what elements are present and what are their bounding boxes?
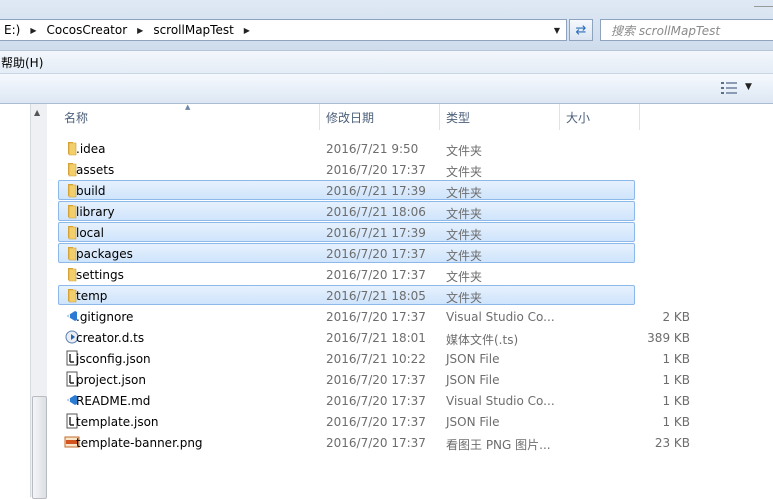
file-name: template-banner.png xyxy=(76,436,203,450)
file-type: JSON File xyxy=(446,415,500,429)
file-type: 文件夹 xyxy=(446,249,483,263)
file-size: 2 KB xyxy=(662,310,690,324)
file-type: JSON File xyxy=(446,352,500,366)
column-type-header[interactable]: 类型 xyxy=(440,104,560,130)
toolbar: ▼ xyxy=(0,74,773,104)
breadcrumb-scrollmaptest[interactable]: scrollMapTest xyxy=(149,23,237,37)
nav-scrollbar[interactable]: ▲ xyxy=(30,104,47,499)
file-date: 2016/7/21 18:06 xyxy=(326,205,426,219)
file-name: project.json xyxy=(76,373,146,387)
file-type: Visual Studio Co... xyxy=(446,310,555,324)
column-size-label: 大小 xyxy=(566,111,591,125)
view-options-icon[interactable] xyxy=(721,82,737,94)
file-date: 2016/7/20 17:37 xyxy=(326,310,426,324)
column-size-header[interactable]: 大小 xyxy=(560,104,640,130)
file-row[interactable]: packages 2016/7/20 17:37 文件夹 xyxy=(58,243,635,263)
file-row[interactable]: library 2016/7/21 18:06 文件夹 xyxy=(58,201,635,221)
menu-bar: 帮助(H) xyxy=(0,51,773,74)
file-type: 文件夹 xyxy=(446,186,483,200)
file-row[interactable]: template.json 2016/7/20 17:37 JSON File 1 K… xyxy=(58,411,690,431)
file-row[interactable]: assets 2016/7/20 17:37 文件夹 xyxy=(58,159,635,179)
file-name: packages xyxy=(76,247,133,261)
file-row[interactable]: build 2016/7/21 17:39 文件夹 xyxy=(58,180,635,200)
column-date-label: 修改日期 xyxy=(326,111,375,125)
file-size: 1 KB xyxy=(662,373,690,387)
file-name: assets xyxy=(76,163,115,177)
file-row[interactable]: local 2016/7/21 17:39 文件夹 xyxy=(58,222,635,242)
file-date: 2016/7/21 18:05 xyxy=(326,289,426,303)
file-row[interactable]: temp 2016/7/21 18:05 文件夹 xyxy=(58,285,635,305)
file-date: 2016/7/20 17:37 xyxy=(326,247,426,261)
scrollbar-thumb[interactable] xyxy=(32,396,47,499)
scroll-up-icon[interactable]: ▲ xyxy=(34,108,40,117)
breadcrumb-arrow-icon[interactable]: ▶ xyxy=(238,26,256,35)
file-row[interactable]: project.json 2016/7/20 17:37 JSON File 1 KB xyxy=(58,369,690,389)
file-name: jsconfig.json xyxy=(76,352,151,366)
file-date: 2016/7/20 17:37 xyxy=(326,394,426,408)
file-date: 2016/7/21 17:39 xyxy=(326,226,426,240)
file-row[interactable]: settings 2016/7/20 17:37 文件夹 xyxy=(58,264,635,284)
column-name-label: 名称 xyxy=(64,111,89,125)
menu-help[interactable]: 帮助(H) xyxy=(1,54,43,71)
column-type-label: 类型 xyxy=(446,111,471,125)
breadcrumb-drive[interactable]: E:) xyxy=(0,23,24,37)
file-date: 2016/7/21 18:01 xyxy=(326,331,426,345)
file-name: build xyxy=(76,184,106,198)
file-name: template.json xyxy=(76,415,159,429)
window-top-bar: E:) ▶ CocosCreator ▶ scrollMapTest ▶ ▼ ⇄… xyxy=(0,0,773,51)
file-size: 389 KB xyxy=(647,331,690,345)
file-type: 文件夹 xyxy=(446,228,483,242)
file-name: creator.d.ts xyxy=(76,331,145,345)
file-name: README.md xyxy=(76,394,151,408)
file-type: 文件夹 xyxy=(446,207,483,221)
file-type: JSON File xyxy=(446,373,500,387)
file-date: 2016/7/21 17:39 xyxy=(326,184,426,198)
file-type: Visual Studio Co... xyxy=(446,394,555,408)
file-date: 2016/7/20 17:37 xyxy=(326,268,426,282)
file-name: local xyxy=(76,226,104,240)
file-name: library xyxy=(76,205,115,219)
file-type: 看图王 PNG 图片... xyxy=(446,438,551,452)
file-date: 2016/7/20 17:37 xyxy=(326,436,426,450)
address-dropdown-icon[interactable]: ▼ xyxy=(548,20,566,40)
breadcrumb-cocoscreator[interactable]: CocosCreator xyxy=(42,23,131,37)
file-row[interactable]: jsconfig.json 2016/7/21 10:22 JSON File 1 K… xyxy=(58,348,690,368)
file-date: 2016/7/20 17:37 xyxy=(326,163,426,177)
file-type: 文件夹 xyxy=(446,291,483,305)
file-name: .gitignore xyxy=(76,310,134,324)
file-name: temp xyxy=(76,289,108,303)
file-row[interactable]: .idea 2016/7/21 9:50 文件夹 xyxy=(58,138,635,158)
file-date: 2016/7/21 9:50 xyxy=(326,142,419,156)
file-size: 1 KB xyxy=(662,415,690,429)
search-input[interactable]: 搜索 scrollMapTest xyxy=(600,19,773,41)
refresh-button[interactable]: ⇄ xyxy=(569,19,593,41)
file-row[interactable]: README.md 2016/7/20 17:37 Visual Studio Co… xyxy=(58,390,690,410)
file-row[interactable]: .gitignore 2016/7/20 17:37 Visual Studio C… xyxy=(58,306,690,326)
column-date-header[interactable]: 修改日期 xyxy=(320,104,440,130)
view-dropdown-icon[interactable]: ▼ xyxy=(745,82,752,92)
file-type: 文件夹 xyxy=(446,270,483,284)
file-size: 1 KB xyxy=(662,394,690,408)
breadcrumb-arrow-icon[interactable]: ▶ xyxy=(131,26,149,35)
file-type: 文件夹 xyxy=(446,144,483,158)
file-row[interactable]: creator.d.ts 2016/7/21 18:01 媒体文件(.ts) 389 … xyxy=(58,327,690,347)
file-name: .idea xyxy=(76,142,106,156)
file-date: 2016/7/20 17:37 xyxy=(326,373,426,387)
file-size: 1 KB xyxy=(662,352,690,366)
file-name: settings xyxy=(76,268,124,282)
column-name-header[interactable]: 名称 xyxy=(58,104,320,130)
file-date: 2016/7/21 10:22 xyxy=(326,352,426,366)
address-bar[interactable]: E:) ▶ CocosCreator ▶ scrollMapTest ▶ ▼ xyxy=(0,19,567,41)
file-date: 2016/7/20 17:37 xyxy=(326,415,426,429)
file-type: 媒体文件(.ts) xyxy=(446,333,519,347)
breadcrumb-arrow-icon[interactable]: ▶ xyxy=(24,26,42,35)
search-placeholder: 搜索 scrollMapTest xyxy=(611,23,721,38)
column-header: ▲ 名称 修改日期 类型 大小 xyxy=(48,103,773,130)
navigation-pane[interactable] xyxy=(0,104,30,497)
file-row[interactable]: template-banner.png 2016/7/20 17:37 看图王 PN… xyxy=(58,432,690,452)
refresh-icon: ⇄ xyxy=(575,22,587,38)
file-type: 文件夹 xyxy=(446,165,483,179)
window-control[interactable] xyxy=(754,0,773,7)
file-size: 23 KB xyxy=(654,436,690,450)
